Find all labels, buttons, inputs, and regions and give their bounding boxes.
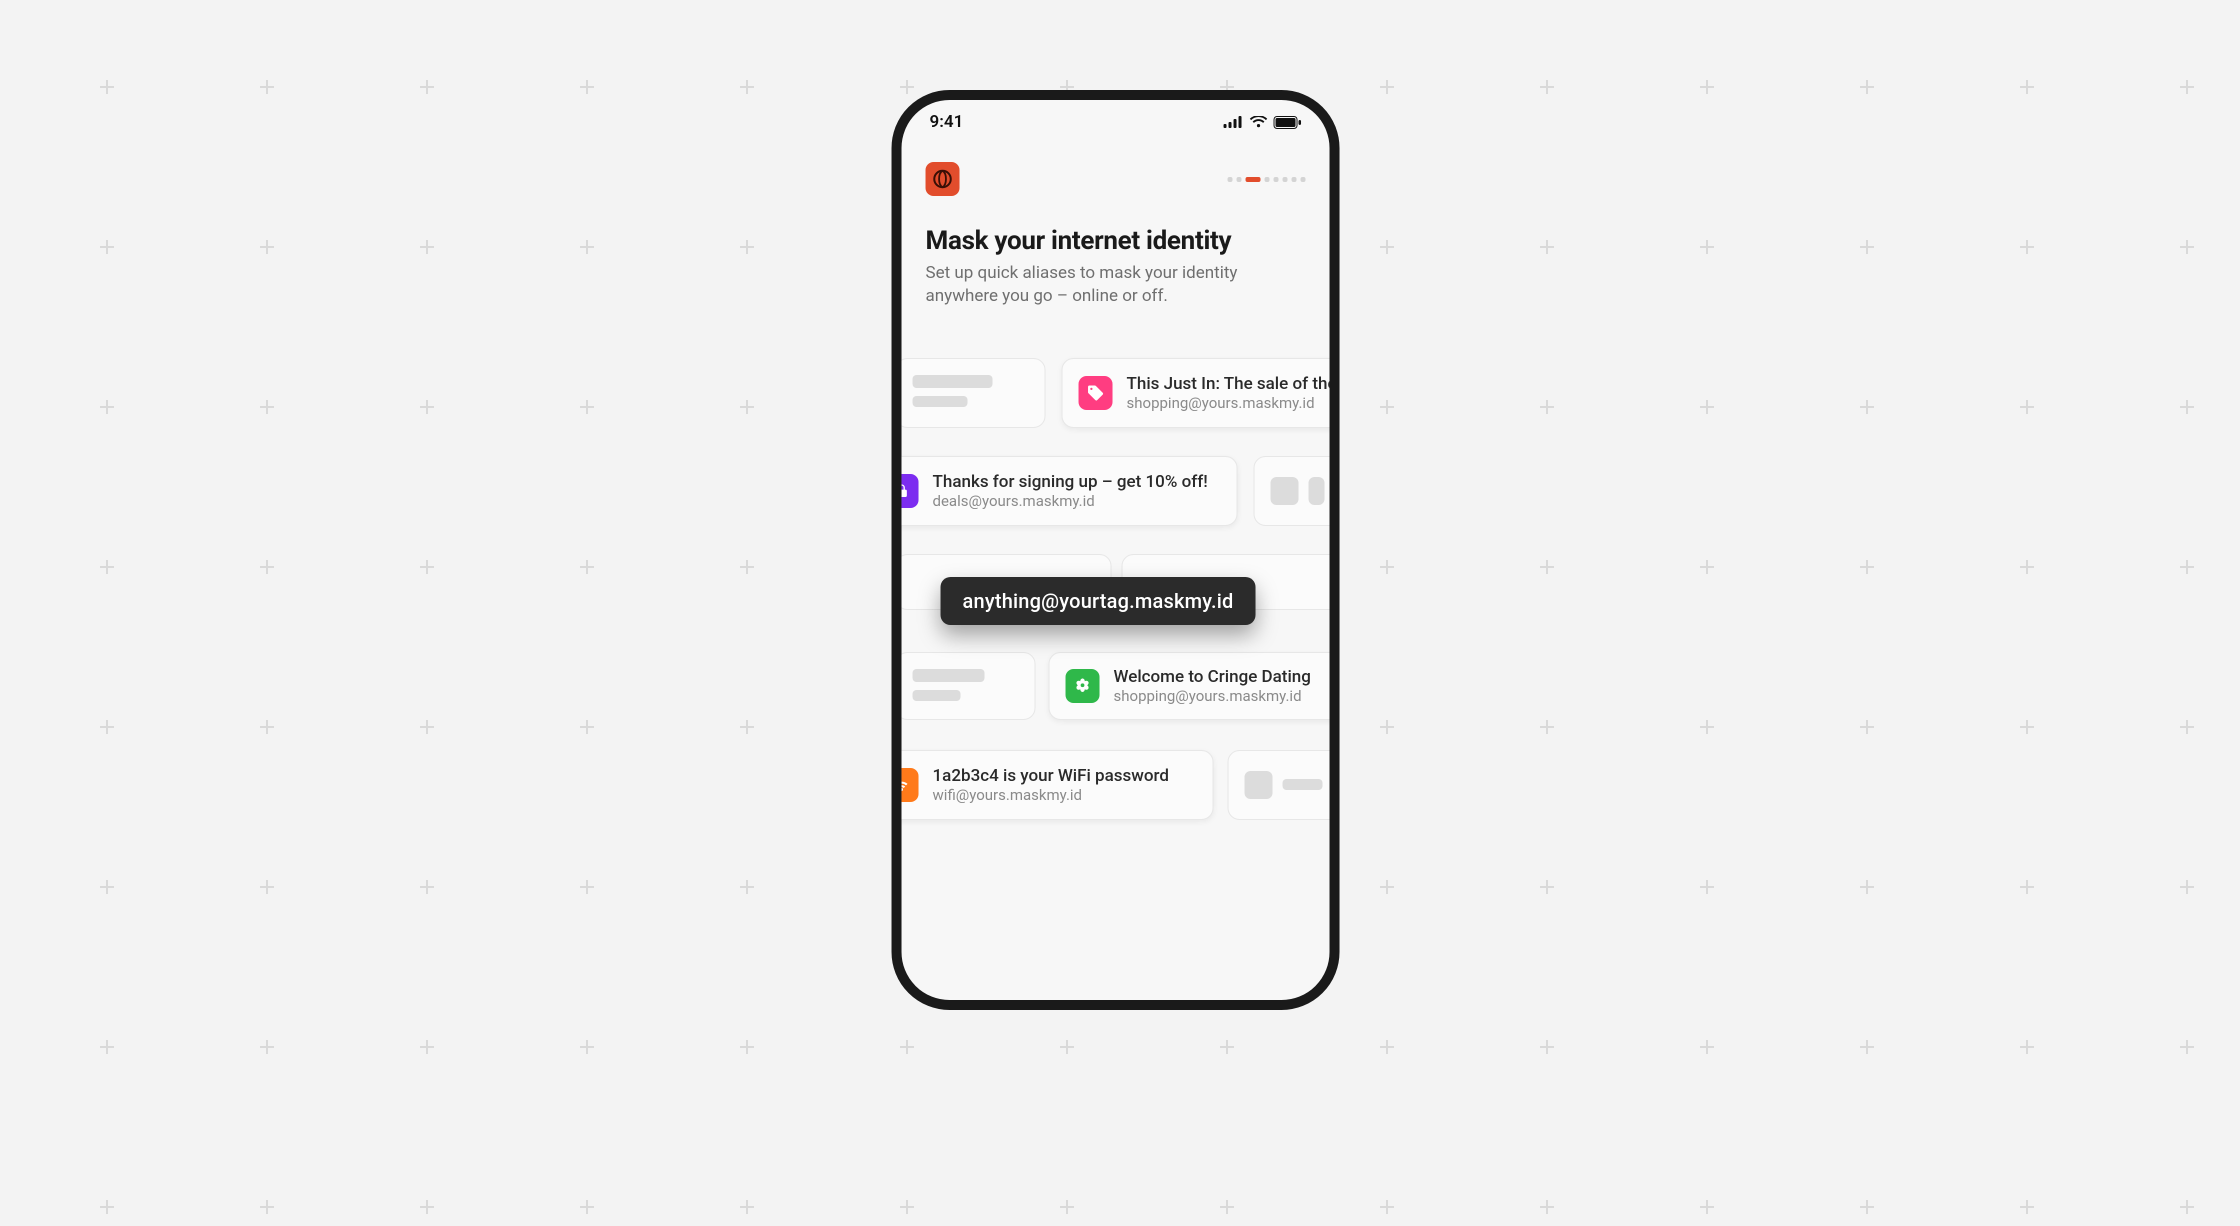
page-dot[interactable]	[1292, 177, 1297, 182]
page-title: Mask your internet identity	[926, 226, 1306, 256]
page-dot[interactable]	[1237, 177, 1242, 182]
card-subtitle: shopping@yours.maskmy.id	[1127, 394, 1330, 412]
card-subtitle: wifi@yours.maskmy.id	[933, 786, 1169, 804]
app-logo-icon	[926, 162, 960, 196]
status-bar: 9:41	[902, 100, 1330, 144]
heading-block: Mask your internet identity Set up quick…	[902, 196, 1330, 308]
skeleton-square	[1271, 477, 1299, 505]
skeleton-bar	[1283, 779, 1323, 790]
phone-screen: 9:41	[902, 100, 1330, 1000]
skeleton-bar	[913, 669, 985, 682]
flower-icon	[1066, 669, 1100, 703]
phone-frame: 9:41	[892, 90, 1340, 1010]
status-time: 9:41	[930, 112, 964, 132]
page-dot[interactable]	[1274, 177, 1279, 182]
card-title: Thanks for signing up – get 10% off!	[933, 472, 1208, 492]
skeleton-bar	[913, 690, 961, 701]
skeleton-bar	[913, 375, 993, 388]
card-title: This Just In: The sale of the	[1127, 374, 1330, 394]
notification-card-wifi[interactable]: 1a2b3c4 is your WiFi password wifi@yours…	[902, 750, 1214, 820]
notification-card-signup[interactable]: Thanks for signing up – get 10% off! dea…	[902, 456, 1238, 526]
skeleton-square	[1309, 477, 1325, 505]
page-dot[interactable]	[1228, 177, 1233, 182]
page-dot[interactable]	[1246, 177, 1261, 182]
page-dot[interactable]	[1283, 177, 1288, 182]
page-indicator	[1228, 177, 1306, 182]
page-dot[interactable]	[1265, 177, 1270, 182]
status-icons	[1224, 116, 1302, 129]
skeleton-bar	[913, 396, 968, 407]
battery-icon	[1274, 116, 1302, 129]
cards-area: This Just In: The sale of the shopping@y…	[902, 358, 1330, 958]
app-header	[902, 144, 1330, 196]
card-title: Welcome to Cringe Dating	[1114, 667, 1311, 687]
wifi-icon	[1250, 116, 1268, 128]
card-subtitle: deals@yours.maskmy.id	[933, 492, 1208, 510]
notification-card-sale[interactable]: This Just In: The sale of the shopping@y…	[1062, 358, 1330, 428]
cellular-icon	[1224, 116, 1244, 128]
card-title: 1a2b3c4 is your WiFi password	[933, 766, 1169, 786]
mask-email-pill[interactable]: anything@yourtag.maskmy.id	[941, 577, 1256, 625]
skeleton-card	[1228, 750, 1330, 820]
card-subtitle: shopping@yours.maskmy.id	[1114, 687, 1311, 705]
wifi-card-icon	[902, 768, 919, 802]
skeleton-card	[1254, 456, 1330, 526]
notification-card-dating[interactable]: Welcome to Cringe Dating shopping@yours.…	[1049, 652, 1330, 720]
tag-icon	[1079, 376, 1113, 410]
skeleton-card	[902, 652, 1036, 720]
skeleton-card	[902, 358, 1046, 428]
page-subtitle: Set up quick aliases to mask your identi…	[926, 262, 1246, 308]
skeleton-square	[1245, 771, 1273, 799]
lock-icon	[902, 474, 919, 508]
page-dot[interactable]	[1301, 177, 1306, 182]
